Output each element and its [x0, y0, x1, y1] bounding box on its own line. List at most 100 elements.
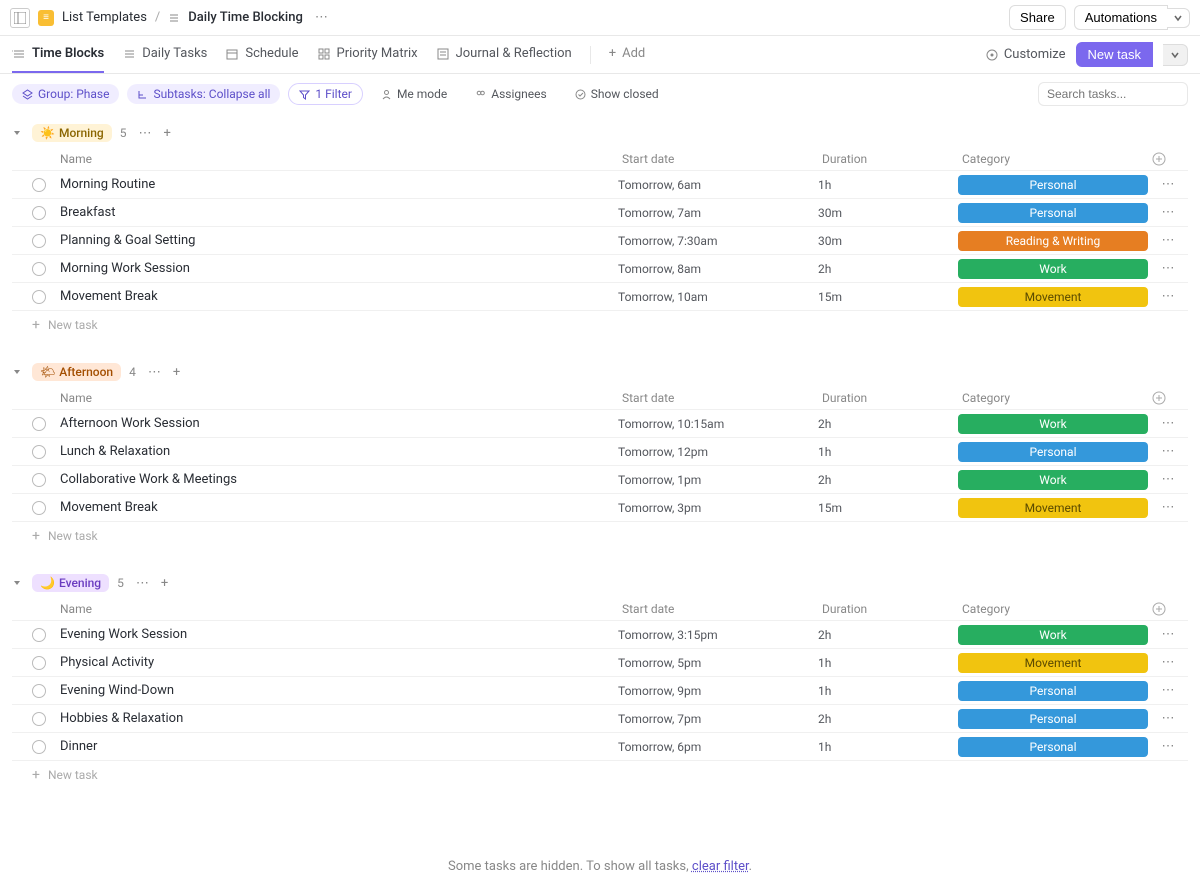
task-duration[interactable]: 15m — [818, 290, 958, 304]
task-name[interactable]: Collaborative Work & Meetings — [56, 472, 618, 487]
row-more-icon[interactable]: ⋯ — [1148, 739, 1188, 754]
task-name[interactable]: Evening Wind-Down — [56, 683, 618, 698]
task-duration[interactable]: 2h — [818, 628, 958, 642]
task-row[interactable]: Physical ActivityTomorrow, 5pm1hMovement… — [12, 649, 1188, 677]
task-row[interactable]: Morning RoutineTomorrow, 6am1hPersonal⋯ — [12, 171, 1188, 199]
col-duration[interactable]: Duration — [818, 391, 958, 405]
task-name[interactable]: Morning Work Session — [56, 261, 618, 276]
task-start-date[interactable]: Tomorrow, 1pm — [618, 473, 818, 487]
status-circle-icon[interactable] — [32, 206, 46, 220]
category-badge[interactable]: Reading & Writing — [958, 231, 1148, 251]
task-start-date[interactable]: Tomorrow, 5pm — [618, 656, 818, 670]
task-start-date[interactable]: Tomorrow, 7am — [618, 206, 818, 220]
category-badge[interactable]: Personal — [958, 709, 1148, 729]
collapse-icon[interactable] — [12, 367, 24, 377]
add-column-icon[interactable] — [1148, 602, 1188, 616]
task-duration[interactable]: 2h — [818, 417, 958, 431]
task-start-date[interactable]: Tomorrow, 3pm — [618, 501, 818, 515]
category-badge[interactable]: Movement — [958, 653, 1148, 673]
task-row[interactable]: Evening Wind-DownTomorrow, 9pm1hPersonal… — [12, 677, 1188, 705]
task-duration[interactable]: 2h — [818, 262, 958, 276]
col-category[interactable]: Category — [958, 602, 1148, 616]
category-badge[interactable]: Personal — [958, 737, 1148, 757]
new-task-button[interactable]: New task — [1076, 42, 1153, 67]
tab-daily-tasks[interactable]: Daily Tasks — [122, 36, 207, 73]
row-more-icon[interactable]: ⋯ — [1148, 500, 1188, 515]
task-start-date[interactable]: Tomorrow, 9pm — [618, 684, 818, 698]
clear-filter-link[interactable]: clear filter — [692, 859, 749, 874]
category-badge[interactable]: Movement — [958, 287, 1148, 307]
phase-badge-evening[interactable]: 🌙Evening — [32, 574, 109, 592]
status-circle-icon[interactable] — [32, 417, 46, 431]
task-name[interactable]: Physical Activity — [56, 655, 618, 670]
new-task-row[interactable]: +New task — [12, 311, 1188, 339]
task-name[interactable]: Planning & Goal Setting — [56, 233, 618, 248]
task-name[interactable]: Movement Break — [56, 500, 618, 515]
task-row[interactable]: BreakfastTomorrow, 7am30mPersonal⋯ — [12, 199, 1188, 227]
tab-journal-reflection[interactable]: Journal & Reflection — [436, 36, 572, 73]
status-circle-icon[interactable] — [32, 178, 46, 192]
phase-badge-morning[interactable]: ☀️Morning — [32, 124, 112, 142]
row-more-icon[interactable]: ⋯ — [1148, 289, 1188, 304]
status-circle-icon[interactable] — [32, 290, 46, 304]
new-task-row[interactable]: +New task — [12, 761, 1188, 789]
breadcrumb-parent[interactable]: List Templates — [62, 10, 147, 25]
task-row[interactable]: Movement BreakTomorrow, 10am15mMovement⋯ — [12, 283, 1188, 311]
add-task-icon[interactable]: + — [163, 126, 170, 141]
tab-priority-matrix[interactable]: Priority Matrix — [317, 36, 418, 73]
task-row[interactable]: Collaborative Work & MeetingsTomorrow, 1… — [12, 466, 1188, 494]
show-closed-pill[interactable]: Show closed — [565, 84, 669, 104]
task-duration[interactable]: 1h — [818, 684, 958, 698]
col-duration[interactable]: Duration — [818, 602, 958, 616]
task-start-date[interactable]: Tomorrow, 6pm — [618, 740, 818, 754]
task-start-date[interactable]: Tomorrow, 12pm — [618, 445, 818, 459]
task-name[interactable]: Lunch & Relaxation — [56, 444, 618, 459]
task-row[interactable]: Lunch & RelaxationTomorrow, 12pm1hPerson… — [12, 438, 1188, 466]
sidebar-toggle-icon[interactable] — [10, 8, 30, 28]
task-row[interactable]: Evening Work SessionTomorrow, 3:15pm2hWo… — [12, 621, 1188, 649]
breadcrumb-more-icon[interactable]: ⋯ — [311, 10, 332, 25]
task-name[interactable]: Hobbies & Relaxation — [56, 711, 618, 726]
tab-schedule[interactable]: Schedule — [225, 36, 298, 73]
task-name[interactable]: Afternoon Work Session — [56, 416, 618, 431]
row-more-icon[interactable]: ⋯ — [1148, 261, 1188, 276]
category-badge[interactable]: Work — [958, 414, 1148, 434]
col-duration[interactable]: Duration — [818, 152, 958, 166]
task-name[interactable]: Dinner — [56, 739, 618, 754]
status-circle-icon[interactable] — [32, 445, 46, 459]
col-category[interactable]: Category — [958, 391, 1148, 405]
status-circle-icon[interactable] — [32, 501, 46, 515]
task-duration[interactable]: 1h — [818, 445, 958, 459]
task-row[interactable]: Hobbies & RelaxationTomorrow, 7pm2hPerso… — [12, 705, 1188, 733]
share-button[interactable]: Share — [1009, 5, 1066, 30]
task-start-date[interactable]: Tomorrow, 3:15pm — [618, 628, 818, 642]
category-badge[interactable]: Personal — [958, 175, 1148, 195]
task-duration[interactable]: 1h — [818, 178, 958, 192]
status-circle-icon[interactable] — [32, 262, 46, 276]
group-pill[interactable]: Group: Phase — [12, 84, 119, 104]
add-column-icon[interactable] — [1148, 152, 1188, 166]
row-more-icon[interactable]: ⋯ — [1148, 233, 1188, 248]
task-name[interactable]: Morning Routine — [56, 177, 618, 192]
task-duration[interactable]: 2h — [818, 712, 958, 726]
task-duration[interactable]: 1h — [818, 656, 958, 670]
assignees-pill[interactable]: Assignees — [465, 84, 556, 104]
col-category[interactable]: Category — [958, 152, 1148, 166]
task-row[interactable]: Morning Work SessionTomorrow, 8am2hWork⋯ — [12, 255, 1188, 283]
search-input[interactable] — [1038, 82, 1188, 106]
row-more-icon[interactable]: ⋯ — [1148, 444, 1188, 459]
category-badge[interactable]: Work — [958, 470, 1148, 490]
row-more-icon[interactable]: ⋯ — [1148, 416, 1188, 431]
col-name[interactable]: Name — [56, 602, 618, 616]
me-mode-pill[interactable]: Me mode — [371, 84, 457, 104]
row-more-icon[interactable]: ⋯ — [1148, 205, 1188, 220]
row-more-icon[interactable]: ⋯ — [1148, 711, 1188, 726]
collapse-icon[interactable] — [12, 128, 24, 138]
add-view-button[interactable]: +Add — [609, 36, 646, 73]
task-start-date[interactable]: Tomorrow, 7:30am — [618, 234, 818, 248]
group-more-icon[interactable]: ⋯ — [144, 365, 165, 380]
category-badge[interactable]: Personal — [958, 442, 1148, 462]
automations-button[interactable]: Automations — [1074, 5, 1168, 30]
add-task-icon[interactable]: + — [161, 576, 168, 591]
task-row[interactable]: Movement BreakTomorrow, 3pm15mMovement⋯ — [12, 494, 1188, 522]
